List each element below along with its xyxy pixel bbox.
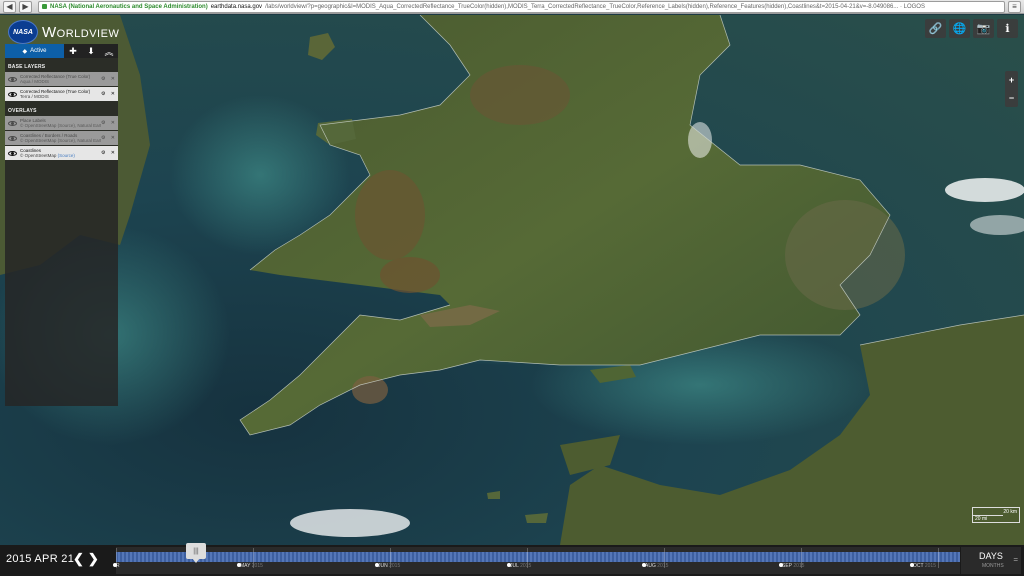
current-date[interactable]: 2015 APR 21 [6,553,74,565]
eye-icon[interactable] [8,120,17,126]
scale-mi: 20 mi [975,516,988,522]
timeline: 2015 APR 21 ❮ ❯ ||| R MAY 2015 JUN 2015 … [0,543,1024,576]
ev-certificate-label: NASA (National Aeronautics and Space Adm… [50,3,208,10]
layer-source: © OpenStreetMap [20,153,57,158]
layer-item[interactable]: Coastlines / Borders / Roads © OpenStreet… [5,131,118,145]
info-icon[interactable]: ⚙ [101,76,105,82]
close-icon[interactable]: ✕ [111,150,115,156]
info-icon[interactable]: ⚙ [101,120,105,126]
close-icon[interactable]: ✕ [111,91,115,97]
layer-source: Aqua / MODIS [20,79,50,84]
close-icon[interactable]: ✕ [111,120,115,126]
layer-item[interactable]: Corrected Reflectance (True Color) Aqua /… [5,72,118,86]
tab-active-label: Active [30,48,47,54]
close-icon[interactable]: ✕ [111,135,115,141]
layers-panel: ◆ Active ✚ ⬇ ︽ BASE LAYERS Corrected Ref… [5,44,118,406]
month-label[interactable]: MAY 2015 [237,563,263,569]
panel-tabs: ◆ Active ✚ ⬇ ︽ [5,44,118,58]
eye-icon[interactable] [8,150,17,156]
base-layers-header: BASE LAYERS [8,64,46,70]
url-host: earthdata.nasa.gov [210,3,263,10]
satellite-map[interactable] [0,15,1024,545]
worldview-logo[interactable]: NASA Worldview [8,20,119,44]
info-icon[interactable]: ⚙ [101,150,105,156]
camera-icon[interactable]: 📷 [973,19,994,38]
layers-icon: ◆ [22,48,28,55]
month-label[interactable]: JUL 2015 [506,563,531,569]
layer-item[interactable]: Place Labels © OpenStreetMap (Source), Na… [5,116,118,130]
forward-button[interactable]: ▶ [19,0,32,13]
scale-bar: 20 km 20 mi [972,507,1020,523]
nasa-logo-icon: NASA [8,20,38,44]
globe-icon[interactable]: 🌐 [949,19,970,38]
month-label[interactable]: AUG 2015 [641,563,668,569]
zoom-level-current: DAYS [979,551,1003,561]
zoom-level-selector[interactable]: DAYS MONTHS = [961,547,1021,574]
eye-icon[interactable] [8,76,17,82]
lock-icon [42,4,47,9]
add-layers-icon[interactable]: ✚ [64,44,82,58]
address-bar[interactable]: NASA (National Aeronautics and Space Adm… [38,0,1005,13]
zoom-control: + − [1005,71,1018,107]
month-label[interactable]: JUN 2015 [374,563,400,569]
zoom-level-next: MONTHS [982,563,1004,569]
browser-toolbar: ◀ ▶ NASA (National Aeronautics and Space… [0,0,1024,14]
timeline-slider-handle[interactable]: ||| [186,543,206,563]
download-icon[interactable]: ⬇ [82,44,100,58]
layer-item[interactable]: Coastlines © OpenStreetMap (Source) ⚙ ✕ [5,146,118,160]
layer-source: © OpenStreetMap (Source), Natural Earth [20,123,101,128]
close-icon[interactable]: ✕ [111,76,115,82]
info-icon[interactable]: ⚙ [101,135,105,141]
prev-day-button[interactable]: ❮ [73,551,84,567]
timeline-track[interactable]: ||| R MAY 2015 JUN 2015 JUL 2015 AUG 201… [113,543,960,574]
back-button[interactable]: ◀ [3,0,16,13]
collapse-icon[interactable]: ︽ [100,44,118,58]
info-icon[interactable]: ℹ [997,19,1018,38]
next-day-button[interactable]: ❯ [88,551,99,567]
link-icon[interactable]: 🔗 [925,19,946,38]
tab-active[interactable]: ◆ Active [5,44,64,58]
zoom-out-button[interactable]: − [1009,93,1014,103]
map-toolbar: 🔗 🌐 📷 ℹ [925,19,1018,38]
layer-source: © OpenStreetMap (Source), Natural Earth [20,138,101,143]
info-icon[interactable]: ⚙ [101,91,105,97]
source-link[interactable]: (Source) [58,153,75,158]
month-fragment: R [113,563,120,569]
map-imagery [0,15,1024,545]
zoom-in-button[interactable]: + [1009,75,1014,85]
menu-icon[interactable]: = [1013,555,1018,564]
scale-km: 20 km [1003,509,1017,515]
app-title: Worldview [42,23,120,41]
layer-item[interactable]: Corrected Reflectance (True Color) Terra … [5,87,118,101]
url-path: /labs/worldview/?p=geographic&l=MODIS_Aq… [265,3,925,10]
overlays-header: OVERLAYS [8,108,37,114]
layer-source: Terra / MODIS [20,94,49,99]
eye-icon[interactable] [8,91,17,97]
eye-icon[interactable] [8,135,17,141]
reader-icon[interactable]: ≡ [1008,0,1021,13]
month-label[interactable]: SEP 2015 [778,563,804,569]
month-label[interactable]: OCT 2015 [910,563,936,569]
